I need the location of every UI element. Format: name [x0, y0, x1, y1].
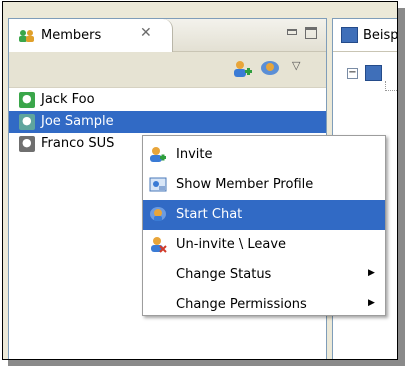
member-name: Franco SUS — [41, 136, 115, 151]
maximize-button[interactable] — [305, 27, 317, 39]
beispiel-view-tabbar: Beisp — [333, 19, 397, 52]
member-name: Jack Foo — [41, 92, 95, 107]
menu-item-change-permissions[interactable]: Change Permissions ▶ — [143, 290, 385, 320]
member-name: Joe Sample — [41, 114, 114, 129]
tree-collapse-toggle[interactable]: − — [347, 68, 358, 79]
close-icon[interactable]: ✕ — [140, 25, 152, 41]
submenu-arrow-icon: ▶ — [368, 298, 375, 308]
window-shadow-right — [398, 8, 405, 366]
document-icon — [341, 27, 358, 43]
chat-icon — [150, 207, 166, 221]
minimize-button[interactable] — [287, 29, 297, 35]
user-offline-icon: ● — [19, 136, 35, 152]
tree-connector — [385, 81, 397, 91]
members-icon — [19, 30, 34, 42]
window-shadow-bottom — [8, 360, 405, 366]
uninvite-icon — [151, 237, 167, 253]
add-user-icon[interactable] — [231, 59, 253, 79]
members-toolbar: ▽ — [9, 52, 326, 88]
menu-item-label: Change Status — [176, 267, 272, 282]
menu-item-show-profile[interactable]: Show Member Profile — [143, 170, 385, 200]
list-item[interactable]: ● Joe Sample — [9, 111, 326, 133]
context-menu: Invite Show Member Profile Start Chat Un… — [142, 135, 386, 316]
list-item[interactable]: ● Jack Foo — [9, 89, 326, 111]
view-menu-icon[interactable]: ▽ — [292, 59, 300, 72]
user-online-icon: ● — [19, 92, 35, 108]
menu-item-label: Show Member Profile — [176, 177, 314, 192]
menu-item-label: Un-invite \ Leave — [176, 237, 287, 252]
submenu-arrow-icon: ▶ — [368, 268, 375, 278]
menu-item-change-status[interactable]: Change Status ▶ — [143, 260, 385, 290]
tab-members[interactable]: Members ✕ — [9, 19, 173, 52]
invite-icon — [150, 147, 166, 162]
menu-item-invite[interactable]: Invite — [143, 140, 385, 170]
members-view-tabbar: Members ✕ — [9, 19, 326, 52]
tab-members-label: Members — [41, 28, 102, 43]
menu-item-label: Invite — [176, 147, 213, 162]
profile-icon — [149, 177, 167, 192]
tab-beispiel[interactable]: Beisp — [363, 28, 397, 43]
menu-item-label: Change Permissions — [176, 297, 307, 312]
menu-item-uninvite-leave[interactable]: Un-invite \ Leave — [143, 230, 385, 260]
tree-node-icon[interactable] — [365, 65, 382, 81]
menu-item-label: Start Chat — [176, 207, 243, 222]
chat-icon[interactable] — [259, 59, 281, 79]
user-online-icon: ● — [19, 114, 35, 130]
menu-item-start-chat[interactable]: Start Chat — [143, 200, 385, 230]
